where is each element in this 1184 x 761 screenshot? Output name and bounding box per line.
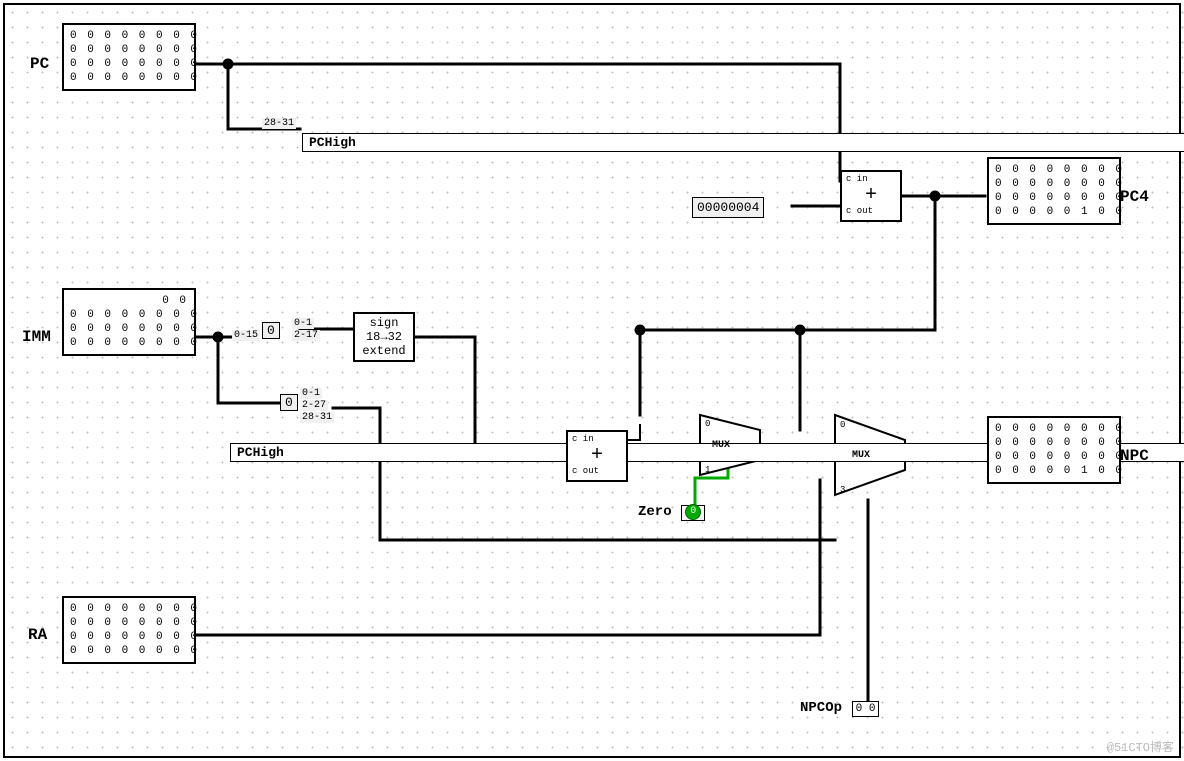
- bits-28-31-label: 28-31: [262, 118, 296, 129]
- bits-0-15-label: 0-15: [232, 330, 260, 341]
- imm-hex: 0 0 0 0 0 0 0 0 0 0 0 0 0 0 0 0 0 0 0 0 …: [62, 288, 196, 356]
- hex-row: 0 0 0 0 0 0 0 0: [995, 436, 1113, 450]
- plus-icon: +: [842, 186, 900, 206]
- hex-row: 0 0 0 0 0 0 0 0: [70, 616, 188, 630]
- zero-group: Zero 0: [638, 502, 705, 520]
- sign-extend-block: sign 18→32 extend: [353, 312, 415, 362]
- hex-row: 0 0 0 0 0 0 0 0: [70, 57, 188, 71]
- hex-row: 0 0 0 0 0 0 0 0: [70, 630, 188, 644]
- pc-label: PC: [30, 55, 49, 73]
- zero-label: Zero: [638, 504, 672, 520]
- bits-2-27-label: 2-27: [300, 400, 328, 411]
- imm-label: IMM: [22, 328, 51, 346]
- bits-2-17-label: 2-17: [292, 330, 320, 341]
- pc4-hex: 0 0 0 0 0 0 0 0 0 0 0 0 0 0 0 0 0 0 0 0 …: [987, 157, 1121, 225]
- npcop-value-box: 0 0: [852, 701, 880, 717]
- npcop-group: NPCOp 0 0: [800, 698, 879, 716]
- adder-pc4: c in + c out: [840, 170, 902, 222]
- adder-branch: c in + c out: [566, 430, 628, 482]
- adder-cin-label: c in: [572, 434, 594, 444]
- adder-cout-label: c out: [846, 206, 873, 216]
- svg-text:1: 1: [705, 465, 710, 475]
- hex-row: 0 0 0 0 0 0 0 0: [70, 322, 188, 336]
- hex-row: 0 0 0 0 0 0 0 0: [70, 29, 188, 43]
- hex-row: 0 0 0 0 0 0 0 0: [995, 422, 1113, 436]
- hex-row: 0 0 0 0 0 0 0 0: [995, 163, 1113, 177]
- svg-text:3: 3: [840, 485, 845, 495]
- hex-row: 0 0 0 0 0 0 0 0: [70, 71, 188, 85]
- hex-row: 0 0 0 0 0 0 0 0: [995, 177, 1113, 191]
- watermark: @51CTO博客: [1107, 738, 1174, 755]
- npc-label: NPC: [1120, 447, 1149, 465]
- npcop-label: NPCOp: [800, 700, 842, 716]
- hex-row: 0 0 0 0 0 0 0 0: [70, 308, 188, 322]
- mux1-label: MUX: [712, 440, 730, 451]
- mux2-label: MUX: [852, 450, 870, 461]
- sign-extend-l1: sign: [355, 316, 413, 330]
- plus-icon: +: [568, 446, 626, 466]
- splitter-zero-top: 0: [262, 322, 280, 339]
- svg-text:0: 0: [840, 420, 845, 430]
- hex-row: 0 0 0 0 0 0 0 0: [70, 602, 188, 616]
- hex-row: 0 0 0 0 0 0 0 0: [995, 450, 1113, 464]
- bits-0-1-label-b: 0-1: [300, 388, 322, 399]
- sign-extend-l2: 18→32: [355, 330, 413, 344]
- splitter-zero-bottom: 0: [280, 394, 298, 411]
- svg-text:0: 0: [705, 419, 710, 429]
- zero-value-box: 0: [681, 505, 705, 521]
- hex-row: 0 0: [70, 294, 188, 308]
- zero-indicator-icon: 0: [685, 504, 701, 520]
- hex-row: 0 0 0 0 0 1 0 0: [995, 464, 1113, 478]
- adder-cin-label: c in: [846, 174, 868, 184]
- pc-hex: 0 0 0 0 0 0 0 0 0 0 0 0 0 0 0 0 0 0 0 0 …: [62, 23, 196, 91]
- hex-row: 0 0 0 0 0 0 0 0: [70, 644, 188, 658]
- hex-row: 0 0 0 0 0 0 0 0: [995, 191, 1113, 205]
- ra-label: RA: [28, 626, 47, 644]
- const-four: 00000004: [692, 197, 764, 218]
- hex-row: 0 0 0 0 0 0 0 0: [70, 336, 188, 350]
- npc-hex: 0 0 0 0 0 0 0 0 0 0 0 0 0 0 0 0 0 0 0 0 …: [987, 416, 1121, 484]
- adder-cout-label: c out: [572, 466, 599, 476]
- ra-hex: 0 0 0 0 0 0 0 0 0 0 0 0 0 0 0 0 0 0 0 0 …: [62, 596, 196, 664]
- bits-28-31-label-b: 28-31: [300, 412, 334, 423]
- hex-row: 0 0 0 0 0 1 0 0: [995, 205, 1113, 219]
- pchigh-tag-top: PCHigh: [302, 133, 1184, 152]
- hex-row: 0 0 0 0 0 0 0 0: [70, 43, 188, 57]
- bits-0-1-label-a: 0-1: [292, 318, 314, 329]
- sign-extend-l3: extend: [355, 344, 413, 358]
- pc4-label: PC4: [1120, 188, 1149, 206]
